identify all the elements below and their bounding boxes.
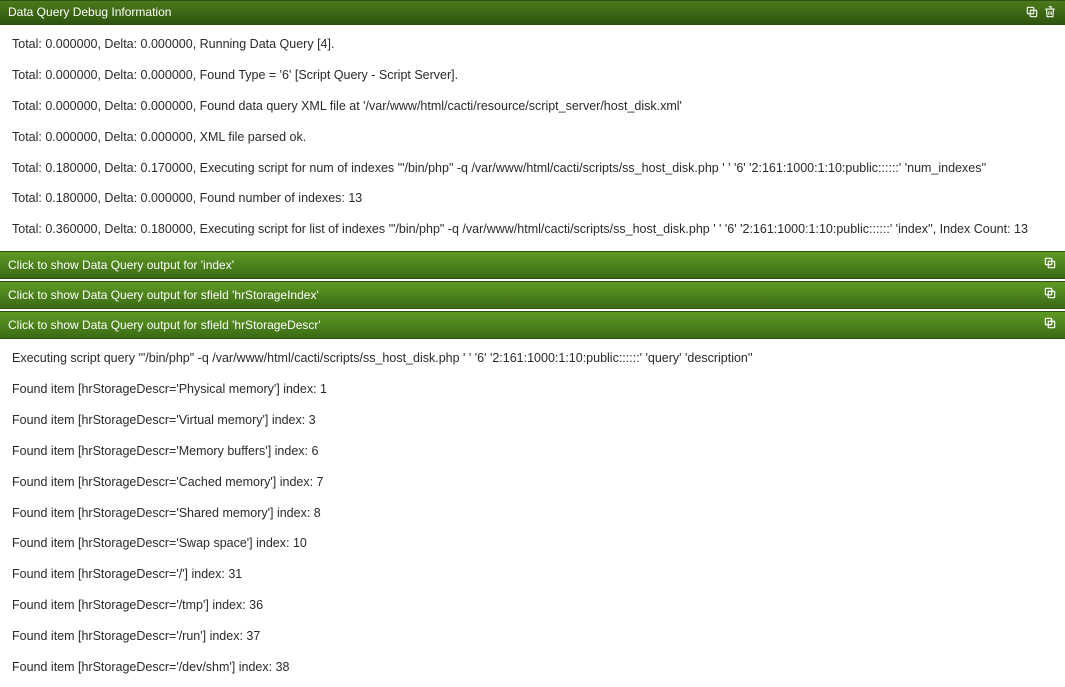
debug-log: Total: 0.000000, Delta: 0.000000, Runnin… — [0, 25, 1065, 249]
section-log-line: Found item [hrStorageDescr='Swap space']… — [0, 528, 1065, 559]
debug-header: Data Query Debug Information — [0, 0, 1065, 25]
log-line: Total: 0.000000, Delta: 0.000000, Found … — [0, 91, 1065, 122]
section-header[interactable]: Click to show Data Query output for 'ind… — [0, 251, 1065, 279]
copy-icon[interactable] — [1025, 5, 1039, 19]
section-log-line: Found item [hrStorageDescr='Shared memor… — [0, 498, 1065, 529]
log-line: Total: 0.360000, Delta: 0.180000, Execut… — [0, 214, 1065, 245]
section-title[interactable]: Click to show Data Query output for sfie… — [8, 318, 1043, 332]
copy-icon[interactable] — [1043, 286, 1057, 303]
section-title[interactable]: Click to show Data Query output for 'ind… — [8, 258, 1043, 272]
log-line: Total: 0.000000, Delta: 0.000000, XML fi… — [0, 122, 1065, 153]
log-line: Total: 0.000000, Delta: 0.000000, Runnin… — [0, 29, 1065, 60]
section-log-line: Executing script query '"/bin/php" -q /v… — [0, 343, 1065, 374]
log-line: Total: 0.180000, Delta: 0.000000, Found … — [0, 183, 1065, 214]
section-body: Executing script query '"/bin/php" -q /v… — [0, 339, 1065, 687]
trash-icon[interactable] — [1043, 5, 1057, 19]
debug-header-title: Data Query Debug Information — [8, 5, 1025, 19]
section-title[interactable]: Click to show Data Query output for sfie… — [8, 288, 1043, 302]
section-header[interactable]: Click to show Data Query output for sfie… — [0, 281, 1065, 309]
section-log-line: Found item [hrStorageDescr='Virtual memo… — [0, 405, 1065, 436]
section-header[interactable]: Click to show Data Query output for sfie… — [0, 311, 1065, 339]
log-line: Total: 0.000000, Delta: 0.000000, Found … — [0, 60, 1065, 91]
copy-icon[interactable] — [1043, 316, 1057, 333]
section-log-line: Found item [hrStorageDescr='Cached memor… — [0, 467, 1065, 498]
section-log-line: Found item [hrStorageDescr='/dev/shm'] i… — [0, 652, 1065, 683]
section-log-line: Found item [hrStorageDescr='Physical mem… — [0, 374, 1065, 405]
copy-icon[interactable] — [1043, 256, 1057, 273]
section-log-line: Found item [hrStorageDescr='/tmp'] index… — [0, 590, 1065, 621]
section-log-line: Found item [hrStorageDescr='Memory buffe… — [0, 436, 1065, 467]
section-log-line: Found item [hrStorageDescr='/'] index: 3… — [0, 559, 1065, 590]
log-line: Total: 0.180000, Delta: 0.170000, Execut… — [0, 153, 1065, 184]
section-log-line: Found item [hrStorageDescr='/run'] index… — [0, 621, 1065, 652]
